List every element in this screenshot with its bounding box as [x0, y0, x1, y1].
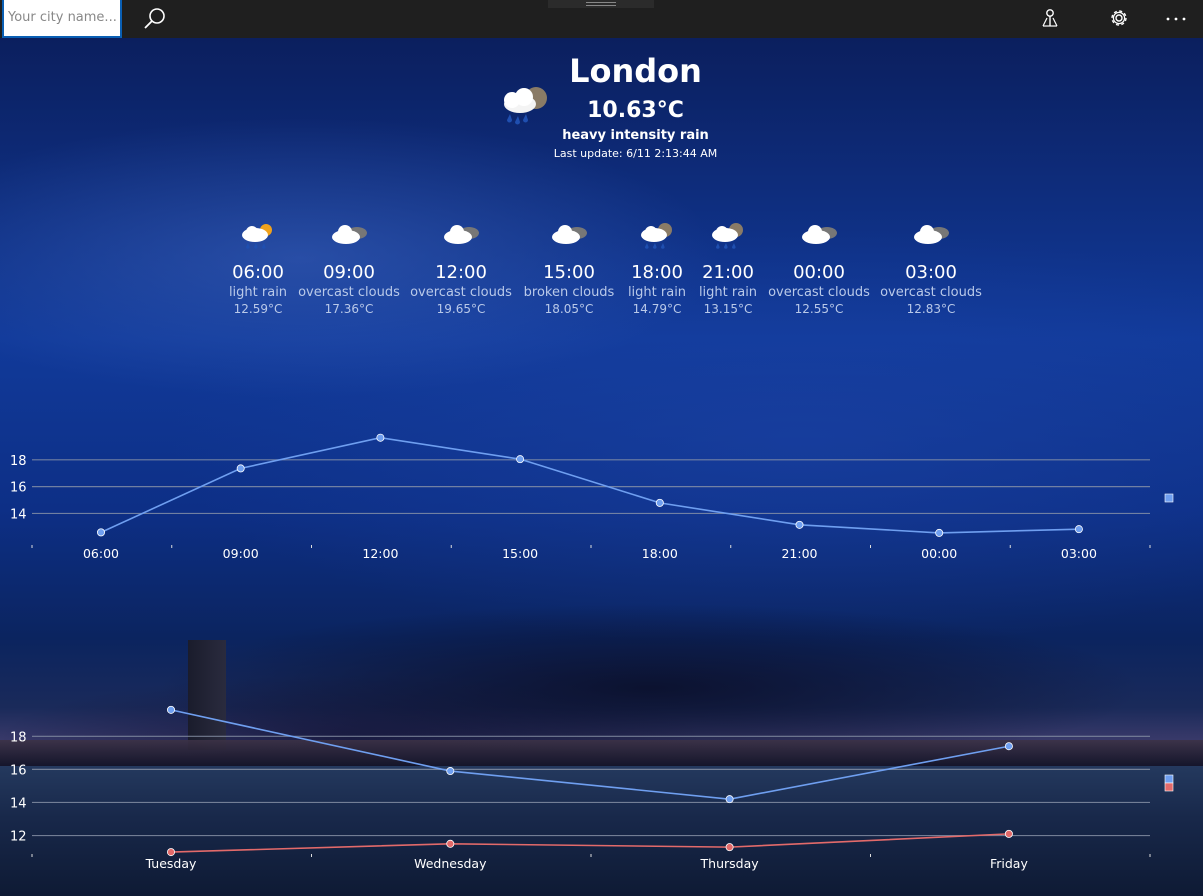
search-button[interactable]: [142, 6, 168, 32]
forecast-description: overcast clouds: [880, 285, 982, 300]
pin-location-button[interactable]: [1038, 6, 1062, 30]
forecast-temperature: 17.36°C: [324, 302, 374, 316]
last-update: Last update: 6/11 2:13:44 AM: [553, 147, 718, 160]
data-point: [1004, 829, 1013, 838]
forecast-temperature: 12.55°C: [794, 302, 844, 316]
settings-button[interactable]: [1107, 6, 1131, 30]
data-point: [516, 455, 525, 464]
y-tick-label: 16: [10, 763, 27, 778]
y-tick-label: 18: [10, 730, 27, 745]
overcast-icon: [552, 225, 587, 244]
drag-grip: [586, 2, 616, 6]
x-tick-label: Friday: [990, 856, 1028, 871]
x-tick-label: Wednesday: [414, 856, 487, 871]
legend-marker: [1164, 774, 1174, 784]
current-temperature: 10.63°C: [587, 98, 684, 123]
forecast-item: 09:00 overcast clouds 17.36°C: [294, 220, 404, 316]
x-tick-label: 06:00: [83, 546, 119, 561]
forecast-item: 03:00 overcast clouds 12.83°C: [876, 220, 986, 316]
y-tick-label: 16: [10, 481, 27, 496]
more-options-button[interactable]: [1164, 6, 1188, 30]
forecast-temperature: 12.83°C: [906, 302, 956, 316]
y-tick-label: 14: [10, 507, 27, 522]
x-tick-label: Tuesday: [145, 856, 197, 871]
overcast-icon: [914, 225, 949, 244]
data-point: [97, 528, 106, 537]
daily-temperature-chart: 12 14 16 18 Tuesday Wednesday Thursday Friday: [10, 705, 1174, 871]
rain-moon-icon: [641, 223, 672, 249]
gear-icon: [1111, 10, 1127, 26]
forecast-time: 12:00: [435, 262, 487, 283]
series-line: [100, 436, 1079, 534]
rain-moon-icon: [712, 223, 743, 249]
data-point: [1004, 742, 1013, 751]
data-point: [655, 498, 664, 507]
forecast-description: overcast clouds: [768, 285, 870, 300]
data-point: [935, 528, 944, 537]
x-tick-label: 15:00: [502, 546, 538, 561]
overcast-icon: [802, 225, 837, 244]
series-line: [170, 709, 1010, 800]
overcast-icon: [332, 225, 367, 244]
y-tick-label: 18: [10, 454, 27, 469]
city-search-box: [2, 0, 122, 38]
x-tick-label: 00:00: [921, 546, 957, 561]
data-point: [236, 464, 245, 473]
data-point: [1074, 525, 1083, 534]
x-tick-label: 09:00: [223, 546, 259, 561]
x-tick-label: Thursday: [700, 856, 760, 871]
city-name: London: [569, 52, 702, 90]
data-point: [166, 705, 175, 714]
forecast-time: 03:00: [905, 262, 957, 283]
forecast-item: 00:00 overcast clouds 12.55°C: [764, 220, 874, 316]
city-search-input[interactable]: [4, 0, 120, 34]
drag-handle[interactable]: [548, 0, 654, 8]
data-point: [725, 795, 734, 804]
current-description: heavy intensity rain: [562, 128, 709, 143]
x-tick-label: 21:00: [781, 546, 817, 561]
more-icon: [1166, 17, 1186, 21]
x-tick-label: 12:00: [362, 546, 398, 561]
forecast-description: overcast clouds: [298, 285, 400, 300]
search-icon: [144, 8, 165, 29]
y-tick-label: 14: [10, 796, 27, 811]
y-tick-label: 12: [10, 830, 27, 845]
forecast-time: 00:00: [793, 262, 845, 283]
forecast-time: 09:00: [323, 262, 375, 283]
pin-icon: [1042, 9, 1058, 27]
x-tick-label: 18:00: [642, 546, 678, 561]
overcast-icon: [444, 225, 479, 244]
data-point: [376, 433, 385, 442]
data-point: [795, 520, 804, 529]
rain-sun-icon: [242, 224, 272, 249]
forecast-temperature: 19.65°C: [436, 302, 486, 316]
forecast-item: 12:00 overcast clouds 19.65°C: [406, 220, 516, 316]
series-line: [170, 833, 1009, 853]
data-point: [446, 767, 455, 776]
legend-marker: [1164, 782, 1174, 792]
data-point: [725, 843, 734, 852]
title-bar: [0, 0, 1203, 38]
legend-marker: [1164, 493, 1174, 503]
data-point: [446, 839, 455, 848]
forecast-description: overcast clouds: [410, 285, 512, 300]
data-point: [166, 848, 175, 857]
x-tick-label: 03:00: [1061, 546, 1097, 561]
hourly-temperature-chart: 14 16 18 06:00 09:00 12:00 15:00 18:00 21:00 00:0…: [10, 433, 1174, 561]
